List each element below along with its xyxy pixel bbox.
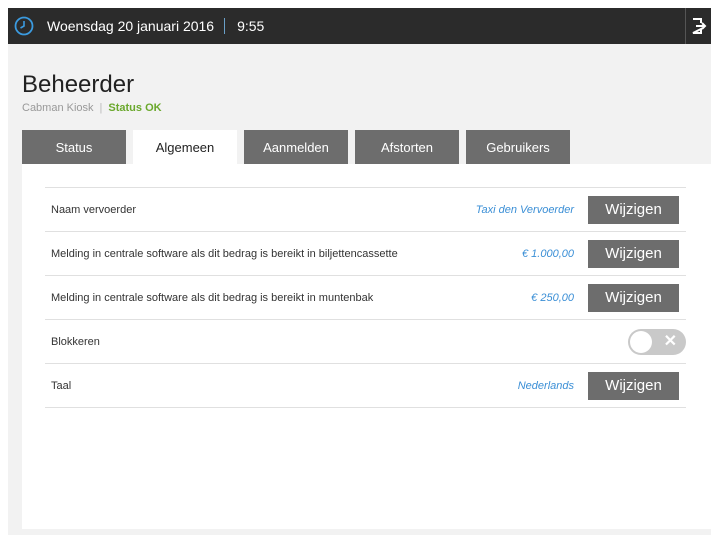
edit-taal-button[interactable]: Wijzigen: [588, 371, 679, 400]
tab-status[interactable]: Status: [22, 130, 126, 164]
tab-bar: Status Algemeen Aanmelden Afstorten Gebr…: [22, 130, 577, 164]
logout-button[interactable]: [685, 8, 711, 44]
setting-row-naam-vervoerder: Naam vervoerder Taxi den Vervoerder Wijz…: [45, 188, 686, 232]
settings-list: Naam vervoerder Taxi den Vervoerder Wijz…: [45, 187, 686, 408]
setting-label: Melding in centrale software als dit bed…: [51, 247, 398, 260]
settings-panel: Naam vervoerder Taxi den Vervoerder Wijz…: [22, 164, 711, 529]
toggle-knob: [630, 330, 652, 353]
blokkeren-toggle[interactable]: ✕: [628, 328, 686, 355]
setting-label: Naam vervoerder: [51, 203, 136, 216]
setting-value: € 1.000,00: [522, 247, 574, 260]
setting-value: € 250,00: [531, 291, 574, 304]
app-frame: Woensdag 20 januari 2016 9:55 Beheerder …: [8, 8, 711, 535]
edit-naam-vervoerder-button[interactable]: Wijzigen: [588, 195, 679, 224]
setting-row-blokkeren: Blokkeren ✕: [45, 320, 686, 364]
close-icon: ✕: [663, 332, 677, 350]
divider: [224, 18, 226, 34]
top-bar: Woensdag 20 januari 2016 9:55: [8, 8, 711, 44]
setting-label: Melding in centrale software als dit bed…: [51, 291, 374, 304]
tab-gebruikers[interactable]: Gebruikers: [466, 130, 570, 164]
page-title: Beheerder: [22, 71, 135, 98]
current-time: 9:55: [237, 18, 265, 34]
clock-icon: [14, 16, 34, 36]
page-header: Beheerder Cabman Kiosk | Status OK: [22, 71, 162, 115]
status-badge: Status OK: [108, 102, 162, 114]
device-name: Cabman Kiosk: [22, 102, 94, 114]
setting-row-muntenbak: Melding in centrale software als dit bed…: [45, 276, 686, 320]
edit-biljettencassette-button[interactable]: Wijzigen: [588, 239, 679, 268]
setting-label: Blokkeren: [51, 335, 100, 348]
subtitle-line: Cabman Kiosk | Status OK: [22, 102, 162, 114]
setting-value: Taxi den Vervoerder: [475, 203, 574, 216]
setting-value: Nederlands: [517, 379, 574, 392]
setting-label: Taal: [51, 379, 72, 392]
tab-aanmelden[interactable]: Aanmelden: [244, 130, 348, 164]
divider: |: [99, 102, 103, 114]
current-date: Woensdag 20 januari 2016: [47, 18, 215, 34]
tab-algemeen[interactable]: Algemeen: [133, 130, 237, 164]
setting-row-taal: Taal Nederlands Wijzigen: [45, 364, 686, 408]
edit-muntenbak-button[interactable]: Wijzigen: [588, 283, 679, 312]
logout-icon: [692, 18, 706, 34]
setting-row-biljettencassette: Melding in centrale software als dit bed…: [45, 232, 686, 276]
tab-afstorten[interactable]: Afstorten: [355, 130, 459, 164]
